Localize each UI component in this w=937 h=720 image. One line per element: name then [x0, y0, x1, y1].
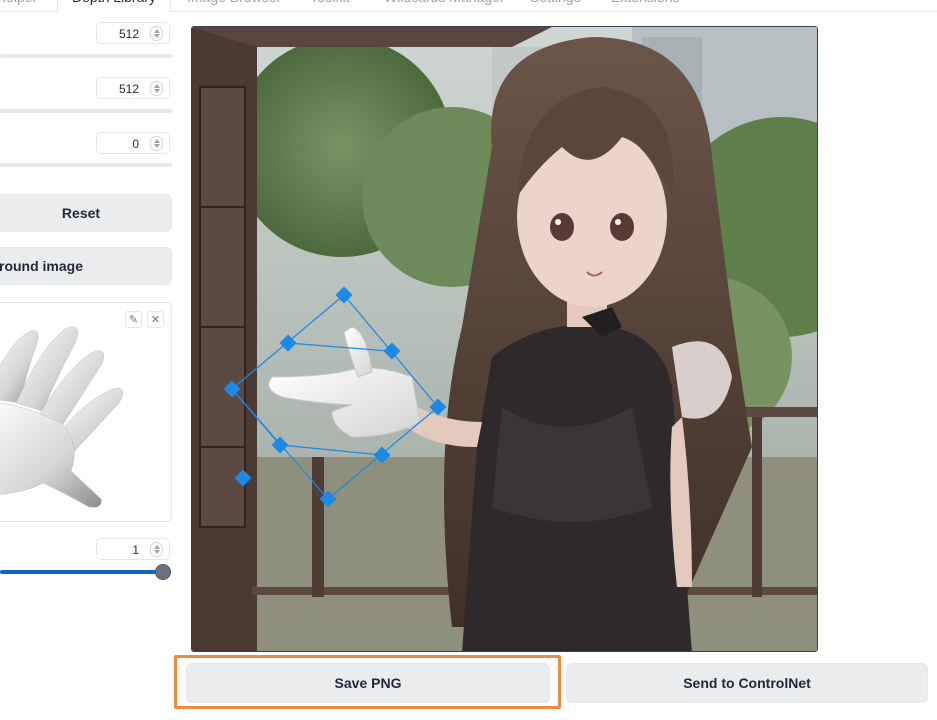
hand-depth-icon — [0, 326, 124, 508]
send-to-controlnet-label: Send to ControlNet — [683, 675, 811, 691]
tab-bar: Helper Depth Library Image Browser Toolk… — [0, 0, 937, 13]
hand-preview[interactable]: ✎ ✕ — [0, 302, 172, 522]
width-slider-track[interactable] — [0, 54, 172, 58]
opacity-slider-handle[interactable] — [155, 564, 171, 580]
height-slider-track[interactable] — [0, 109, 172, 113]
third-spinner-icon[interactable] — [150, 136, 163, 151]
opacity-number-input[interactable]: 1 — [96, 538, 170, 560]
depth-library-panel: Helper Depth Library Image Browser Toolk… — [0, 0, 937, 720]
tab-wildcards-manager[interactable]: Wildcards Manager — [384, 0, 505, 12]
opacity-spinner-icon[interactable] — [150, 542, 163, 557]
tab-depth-library[interactable]: Depth Library — [57, 0, 172, 13]
background-label: round image — [0, 258, 84, 274]
send-to-controlnet-button[interactable]: Send to ControlNet — [566, 663, 928, 703]
tab-helper[interactable]: Helper — [0, 0, 37, 12]
height-value: 512 — [118, 82, 139, 96]
opacity-value: 1 — [132, 543, 139, 557]
scene-image — [192, 27, 817, 651]
save-png-label: Save PNG — [334, 675, 402, 691]
width-value: 512 — [118, 27, 139, 41]
tab-settings[interactable]: Settings — [530, 0, 581, 12]
reset-button[interactable]: Reset — [0, 194, 172, 232]
save-png-button[interactable]: Save PNG — [186, 663, 550, 703]
close-icon[interactable]: ✕ — [147, 311, 164, 328]
height-spinner-icon[interactable] — [150, 81, 163, 96]
third-number-input[interactable]: 0 — [96, 132, 170, 154]
add-background-image-button[interactable]: round image — [0, 247, 172, 285]
tab-image-browser[interactable]: Image Browser — [187, 0, 281, 12]
third-slider-track[interactable] — [0, 163, 172, 167]
reset-label: Reset — [61, 205, 101, 221]
pose-canvas[interactable] — [191, 26, 818, 652]
height-number-input[interactable]: 512 — [96, 77, 170, 99]
width-spinner-icon[interactable] — [150, 26, 163, 41]
opacity-slider-track[interactable] — [0, 570, 162, 574]
tab-extensions[interactable]: Extensions — [611, 0, 679, 12]
width-number-input[interactable]: 512 — [96, 22, 170, 44]
third-value: 0 — [132, 137, 139, 151]
pencil-icon[interactable]: ✎ — [125, 311, 142, 328]
tab-toolkit[interactable]: Toolkit — [310, 0, 350, 12]
